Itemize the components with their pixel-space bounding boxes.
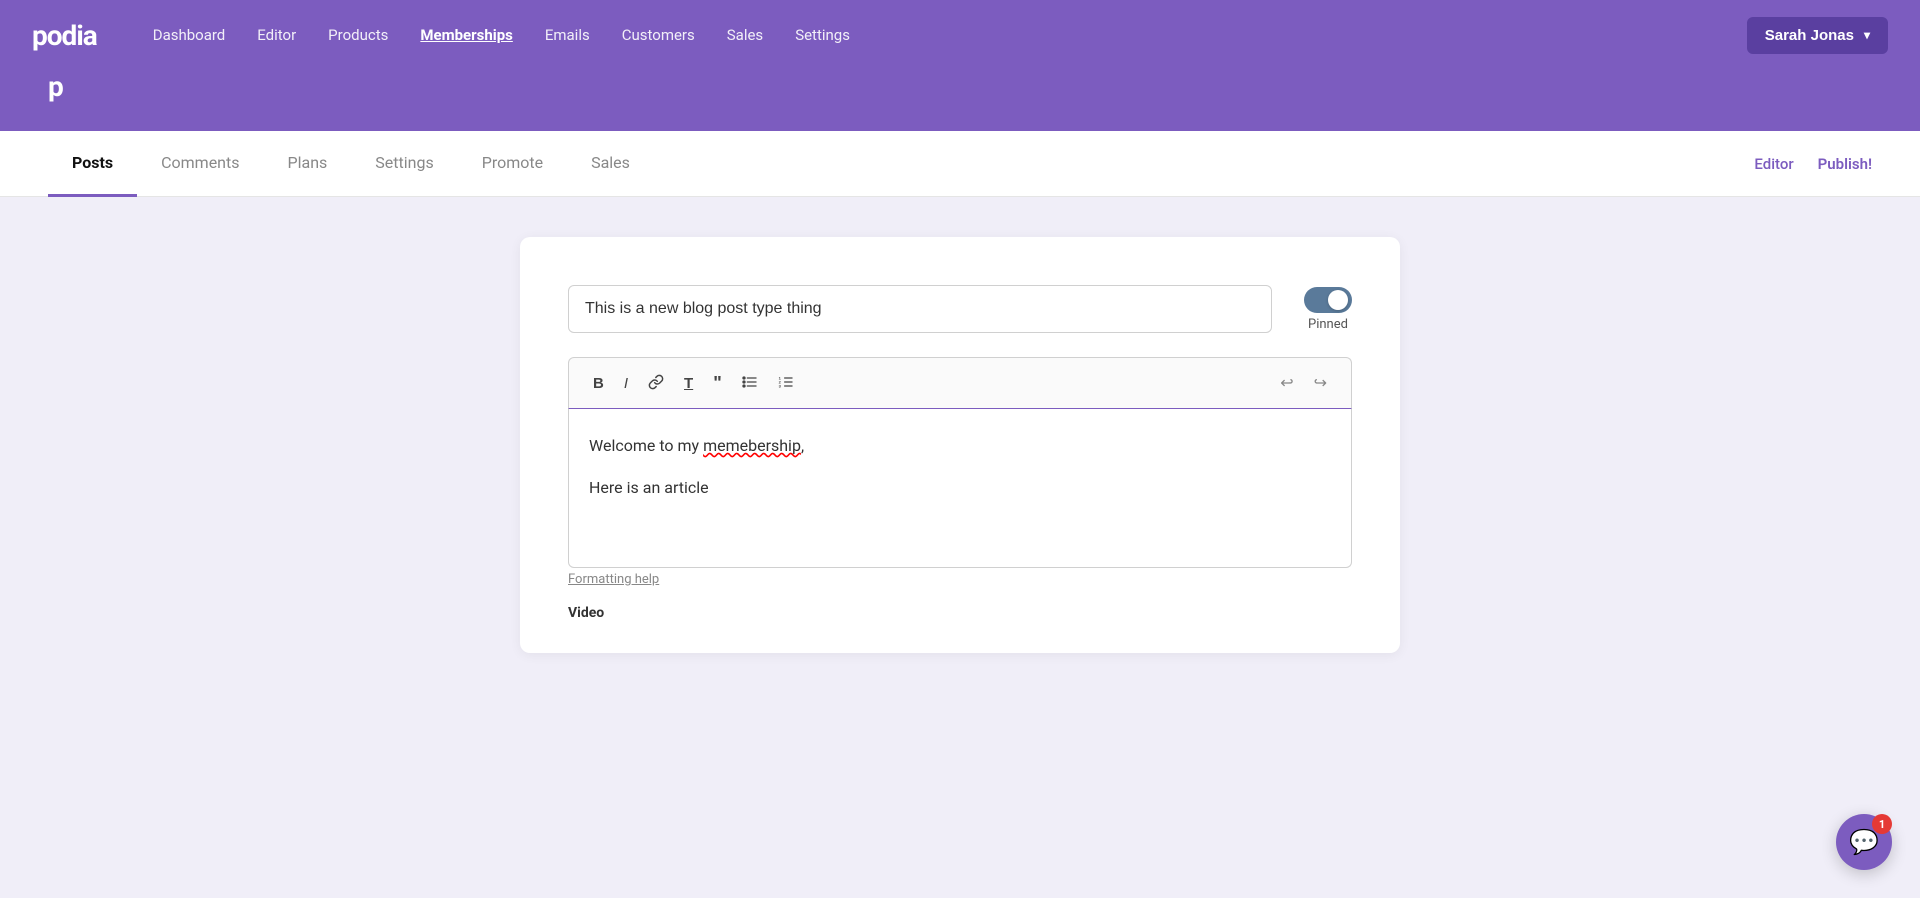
pin-label: Pinned	[1308, 317, 1348, 332]
tabs-left: Posts Comments Plans Settings Promote Sa…	[48, 131, 1754, 196]
nav-emails[interactable]: Emails	[545, 26, 590, 44]
page-header: p	[0, 70, 1920, 131]
nav-sales[interactable]: Sales	[727, 26, 763, 44]
tabs-bar: Posts Comments Plans Settings Promote Sa…	[0, 131, 1920, 197]
chat-bubble-button[interactable]: 💬 1	[1836, 814, 1892, 870]
nav-dashboard[interactable]: Dashboard	[153, 26, 226, 44]
nav-settings[interactable]: Settings	[795, 26, 850, 44]
pin-toggle[interactable]	[1304, 287, 1352, 313]
nav-links: Dashboard Editor Products Memberships Em…	[153, 26, 1707, 44]
brand-logo[interactable]: podia	[32, 19, 97, 52]
tab-comments[interactable]: Comments	[137, 131, 263, 197]
editor-link[interactable]: Editor	[1754, 155, 1793, 173]
chat-badge: 1	[1872, 814, 1892, 834]
navbar: podia Dashboard Editor Products Membersh…	[0, 0, 1920, 70]
title-row: Pinned	[568, 285, 1352, 333]
nav-memberships[interactable]: Memberships	[420, 26, 512, 44]
main-content: Pinned B I T "	[0, 197, 1920, 891]
user-menu-chevron: ▾	[1864, 28, 1870, 42]
post-card: Pinned B I T "	[520, 237, 1400, 653]
chat-icon: 💬	[1849, 828, 1879, 856]
toolbar-text-style[interactable]: T	[676, 371, 701, 396]
tab-settings[interactable]: Settings	[351, 131, 457, 197]
spellcheck-word: memebership	[703, 436, 801, 455]
toolbar-bold[interactable]: B	[585, 371, 612, 396]
post-title-input[interactable]	[568, 285, 1272, 333]
video-section-label: Video	[568, 605, 1352, 621]
publish-link[interactable]: Publish!	[1818, 155, 1872, 173]
toolbar-redo[interactable]: ↪	[1306, 368, 1335, 398]
tabs-right: Editor Publish!	[1754, 155, 1872, 173]
svg-text:3: 3	[778, 383, 781, 388]
tab-plans[interactable]: Plans	[264, 131, 352, 197]
formatting-help-link[interactable]: Formatting help	[568, 572, 659, 587]
user-menu-button[interactable]: Sarah Jonas ▾	[1747, 17, 1888, 54]
pin-section: Pinned	[1304, 287, 1352, 332]
toolbar-quote[interactable]: "	[705, 369, 730, 397]
nav-customers[interactable]: Customers	[622, 26, 695, 44]
nav-editor[interactable]: Editor	[257, 26, 296, 44]
post-editor-body[interactable]: Welcome to my memebership, Here is an ar…	[568, 408, 1352, 568]
tab-sales[interactable]: Sales	[567, 131, 654, 197]
toggle-knob	[1328, 290, 1348, 310]
tab-promote[interactable]: Promote	[458, 131, 567, 197]
toolbar-ordered-list[interactable]: 1 2 3	[770, 369, 802, 398]
user-name: Sarah Jonas	[1765, 27, 1854, 44]
editor-toolbar: B I T " 1 2 3	[568, 357, 1352, 408]
page-title: p	[48, 70, 64, 103]
toolbar-bullet-list[interactable]	[734, 369, 766, 398]
nav-products[interactable]: Products	[328, 26, 388, 44]
tab-posts[interactable]: Posts	[48, 131, 137, 197]
toolbar-link[interactable]	[640, 369, 672, 398]
toolbar-italic[interactable]: I	[616, 371, 636, 396]
toolbar-undo[interactable]: ↩	[1272, 368, 1301, 398]
